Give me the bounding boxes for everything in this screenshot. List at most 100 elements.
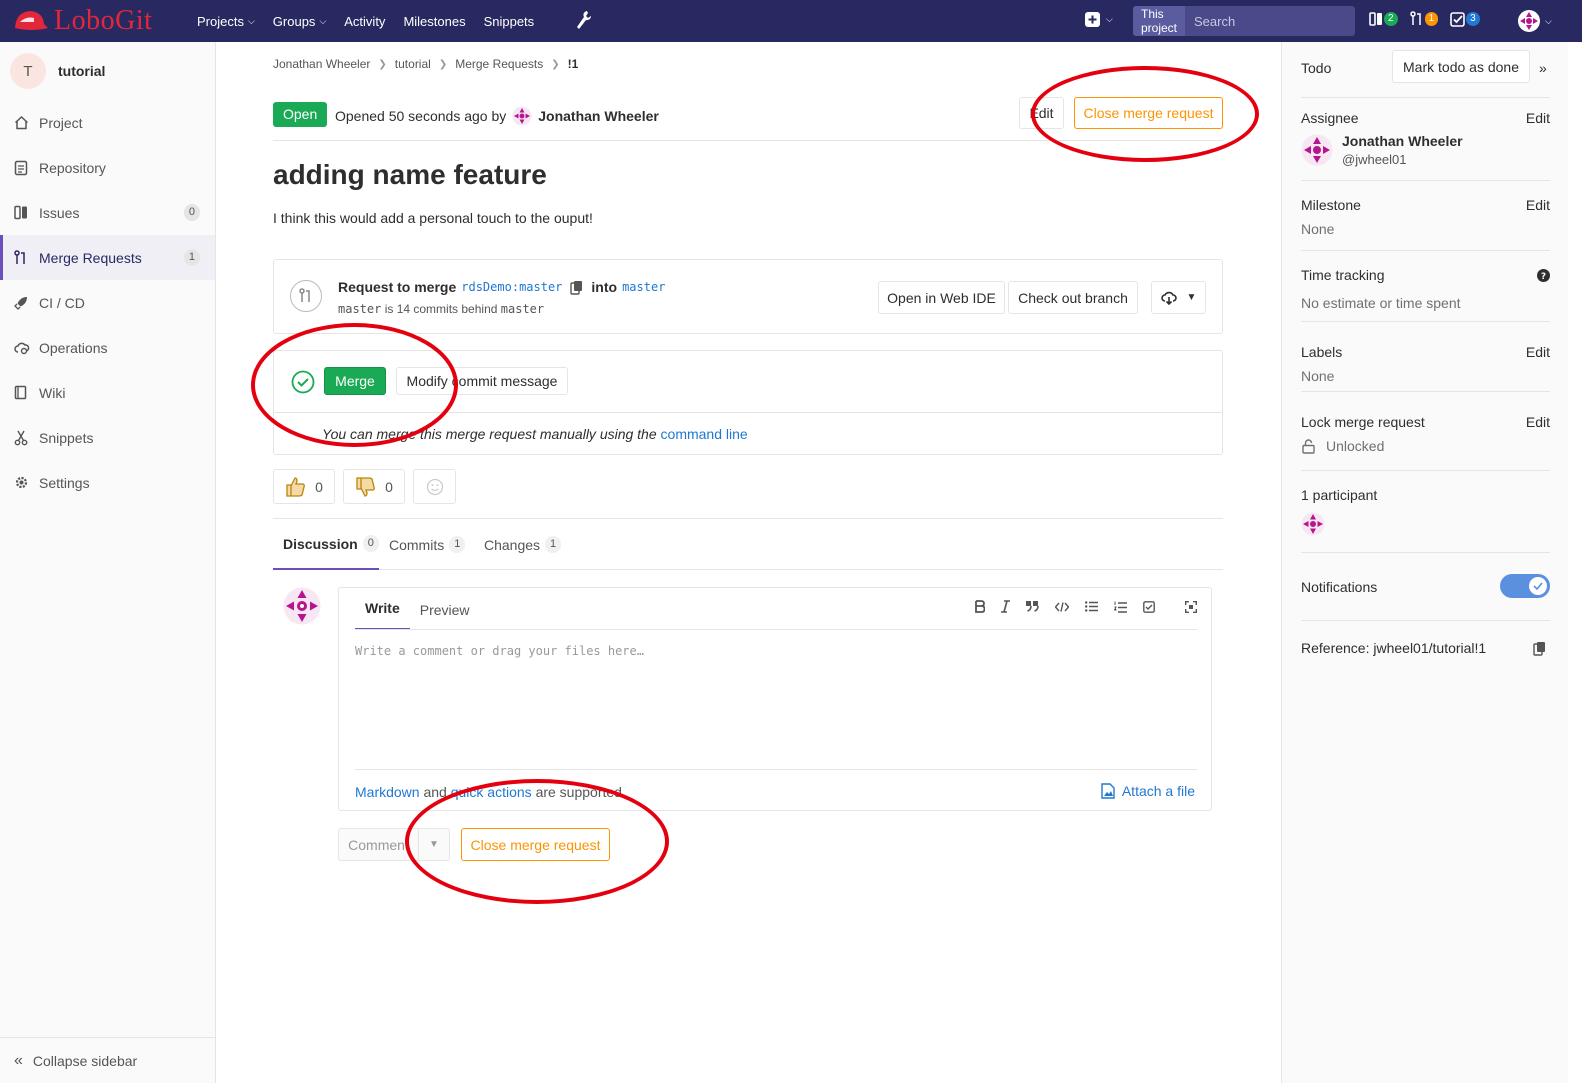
bold-icon[interactable]: [975, 600, 985, 613]
assignee-edit-link[interactable]: Edit: [1526, 110, 1550, 126]
quote-icon[interactable]: [1026, 601, 1039, 612]
merge-requests-counter[interactable]: 1: [1409, 11, 1439, 27]
project-avatar: T: [10, 53, 46, 89]
milestone-edit-link[interactable]: Edit: [1526, 197, 1550, 213]
help-circle-icon[interactable]: ?: [1537, 269, 1550, 282]
tab-changes[interactable]: Changes 1: [484, 519, 562, 570]
page-title: adding name feature: [273, 159, 547, 190]
markdown-link[interactable]: Markdown: [355, 784, 420, 800]
avatar[interactable]: [283, 587, 321, 625]
collapse-sidebar-button[interactable]: « Collapse sidebar: [0, 1037, 215, 1083]
modify-commit-message-button[interactable]: Modify commit message: [396, 367, 568, 395]
rocket-icon: [14, 296, 31, 310]
user-menu[interactable]: ⌵: [1517, 9, 1552, 33]
markdown-hint: Markdown and quick actions are supported: [355, 784, 622, 800]
todos-counter[interactable]: 3: [1450, 11, 1480, 27]
divider: [274, 412, 1222, 413]
italic-icon[interactable]: [1001, 600, 1010, 613]
quick-actions-link[interactable]: quick actions: [451, 784, 532, 800]
file-image-icon: [1101, 783, 1115, 799]
tab-preview[interactable]: Preview: [410, 602, 480, 630]
scissors-icon: [14, 430, 31, 446]
check-out-branch-button[interactable]: Check out branch: [1008, 281, 1138, 314]
comment-textarea[interactable]: [355, 644, 1197, 762]
code-icon[interactable]: [1055, 601, 1069, 612]
fullscreen-icon[interactable]: [1185, 600, 1197, 613]
nav-groups[interactable]: Groups ⌵: [273, 14, 326, 29]
nav-snippets[interactable]: Snippets: [484, 14, 535, 29]
labels-edit-link[interactable]: Edit: [1526, 344, 1550, 360]
assignee-avatar[interactable]: [1301, 134, 1333, 166]
edit-button[interactable]: Edit: [1019, 97, 1064, 129]
labels-block: Labels Edit None: [1301, 322, 1550, 392]
breadcrumb-project[interactable]: tutorial: [395, 57, 431, 71]
assignee-username: @jwheel01: [1342, 152, 1407, 167]
command-line-link[interactable]: command line: [661, 426, 748, 442]
author-name[interactable]: Jonathan Wheeler: [538, 108, 659, 124]
participant-avatar[interactable]: [1301, 512, 1325, 536]
sidebar-item-repository[interactable]: Repository: [0, 145, 215, 190]
comment-button[interactable]: Comment: [338, 828, 419, 861]
main-nav: Projects ⌵ Groups ⌵ Activity Milestones Sn…: [197, 0, 552, 42]
sidebar-item-project[interactable]: Project: [0, 100, 215, 145]
assignee-title: Assignee: [1301, 110, 1359, 126]
sidebar-item-ci-cd[interactable]: CI / CD: [0, 280, 215, 325]
breadcrumb-merge-requests[interactable]: Merge Requests: [455, 57, 543, 71]
sidebar-item-operations[interactable]: Operations: [0, 325, 215, 370]
mr-header: Open Opened 50 seconds ago by Jonathan W…: [273, 88, 1223, 141]
nav-activity[interactable]: Activity: [344, 14, 385, 29]
tab-commits[interactable]: Commits 1: [389, 519, 466, 570]
thumbs-down-award-button[interactable]: 0: [343, 469, 405, 504]
tab-discussion[interactable]: Discussion 0: [273, 519, 379, 570]
close-merge-request-button-bottom[interactable]: Close merge request: [461, 828, 610, 861]
behind-info: master is 14 commits behind master: [338, 302, 545, 316]
home-icon: [14, 115, 31, 130]
assignee-name[interactable]: Jonathan Wheeler: [1342, 133, 1463, 149]
expand-sidebar-icon[interactable]: »: [1539, 60, 1547, 76]
logo[interactable]: LoboGit: [12, 4, 152, 38]
new-dropdown[interactable]: ⌵: [1085, 12, 1113, 27]
mr-tabs: Discussion 0 Commits 1 Changes 1: [273, 518, 1223, 570]
sidebar-item-settings[interactable]: Settings: [0, 460, 215, 505]
search-scope-badge[interactable]: This project: [1133, 6, 1186, 36]
sidebar-item-merge-requests[interactable]: Merge Requests 1: [0, 235, 215, 280]
open-web-ide-button[interactable]: Open in Web IDE: [878, 281, 1005, 314]
mark-todo-done-button[interactable]: Mark todo as done: [1392, 50, 1530, 83]
comment-type-dropdown[interactable]: ▼: [418, 828, 450, 861]
sidebar-item-wiki[interactable]: Wiki: [0, 370, 215, 415]
close-merge-request-button[interactable]: Close merge request: [1074, 97, 1223, 129]
sidebar-item-snippets[interactable]: Snippets: [0, 415, 215, 460]
divider: [355, 769, 1197, 770]
chevron-down-icon: ⌵: [247, 15, 255, 26]
add-emoji-button[interactable]: [413, 469, 456, 504]
issues-counter[interactable]: 2: [1369, 11, 1398, 27]
source-branch-link[interactable]: rdsDemo:master: [461, 280, 562, 294]
breadcrumb-current[interactable]: !1: [568, 57, 579, 71]
target-branch-link[interactable]: master: [622, 280, 665, 294]
author-avatar-icon[interactable]: [512, 106, 532, 126]
attach-file-button[interactable]: Attach a file: [1101, 783, 1195, 799]
nav-projects[interactable]: Projects ⌵: [197, 14, 255, 29]
comment-editor: Write Preview Markdown and quick actions…: [338, 587, 1212, 811]
task-list-icon[interactable]: [1143, 600, 1155, 613]
project-name: tutorial: [58, 63, 106, 79]
cloud-gear-icon: [14, 341, 31, 355]
admin-wrench-icon[interactable]: [574, 10, 592, 33]
download-dropdown-button[interactable]: ▼: [1151, 281, 1206, 314]
tab-write[interactable]: Write: [355, 600, 410, 630]
copy-clipboard-icon[interactable]: [1533, 641, 1546, 656]
numbered-list-icon[interactable]: [1114, 601, 1127, 613]
thumbs-down-icon: [356, 476, 376, 497]
nav-milestones[interactable]: Milestones: [403, 14, 465, 29]
thumbs-up-award-button[interactable]: 0: [273, 469, 335, 504]
merge-button[interactable]: Merge: [324, 367, 386, 395]
lock-edit-link[interactable]: Edit: [1526, 414, 1550, 430]
sidebar-item-issues[interactable]: Issues 0: [0, 190, 215, 235]
notifications-toggle[interactable]: [1500, 574, 1550, 598]
copy-clipboard-icon[interactable]: [570, 280, 583, 295]
breadcrumb-user[interactable]: Jonathan Wheeler: [273, 57, 370, 71]
user-avatar-icon: [1518, 10, 1540, 32]
project-header[interactable]: T tutorial: [0, 42, 215, 100]
search-input[interactable]: [1185, 6, 1371, 36]
bullet-list-icon[interactable]: [1085, 601, 1098, 612]
